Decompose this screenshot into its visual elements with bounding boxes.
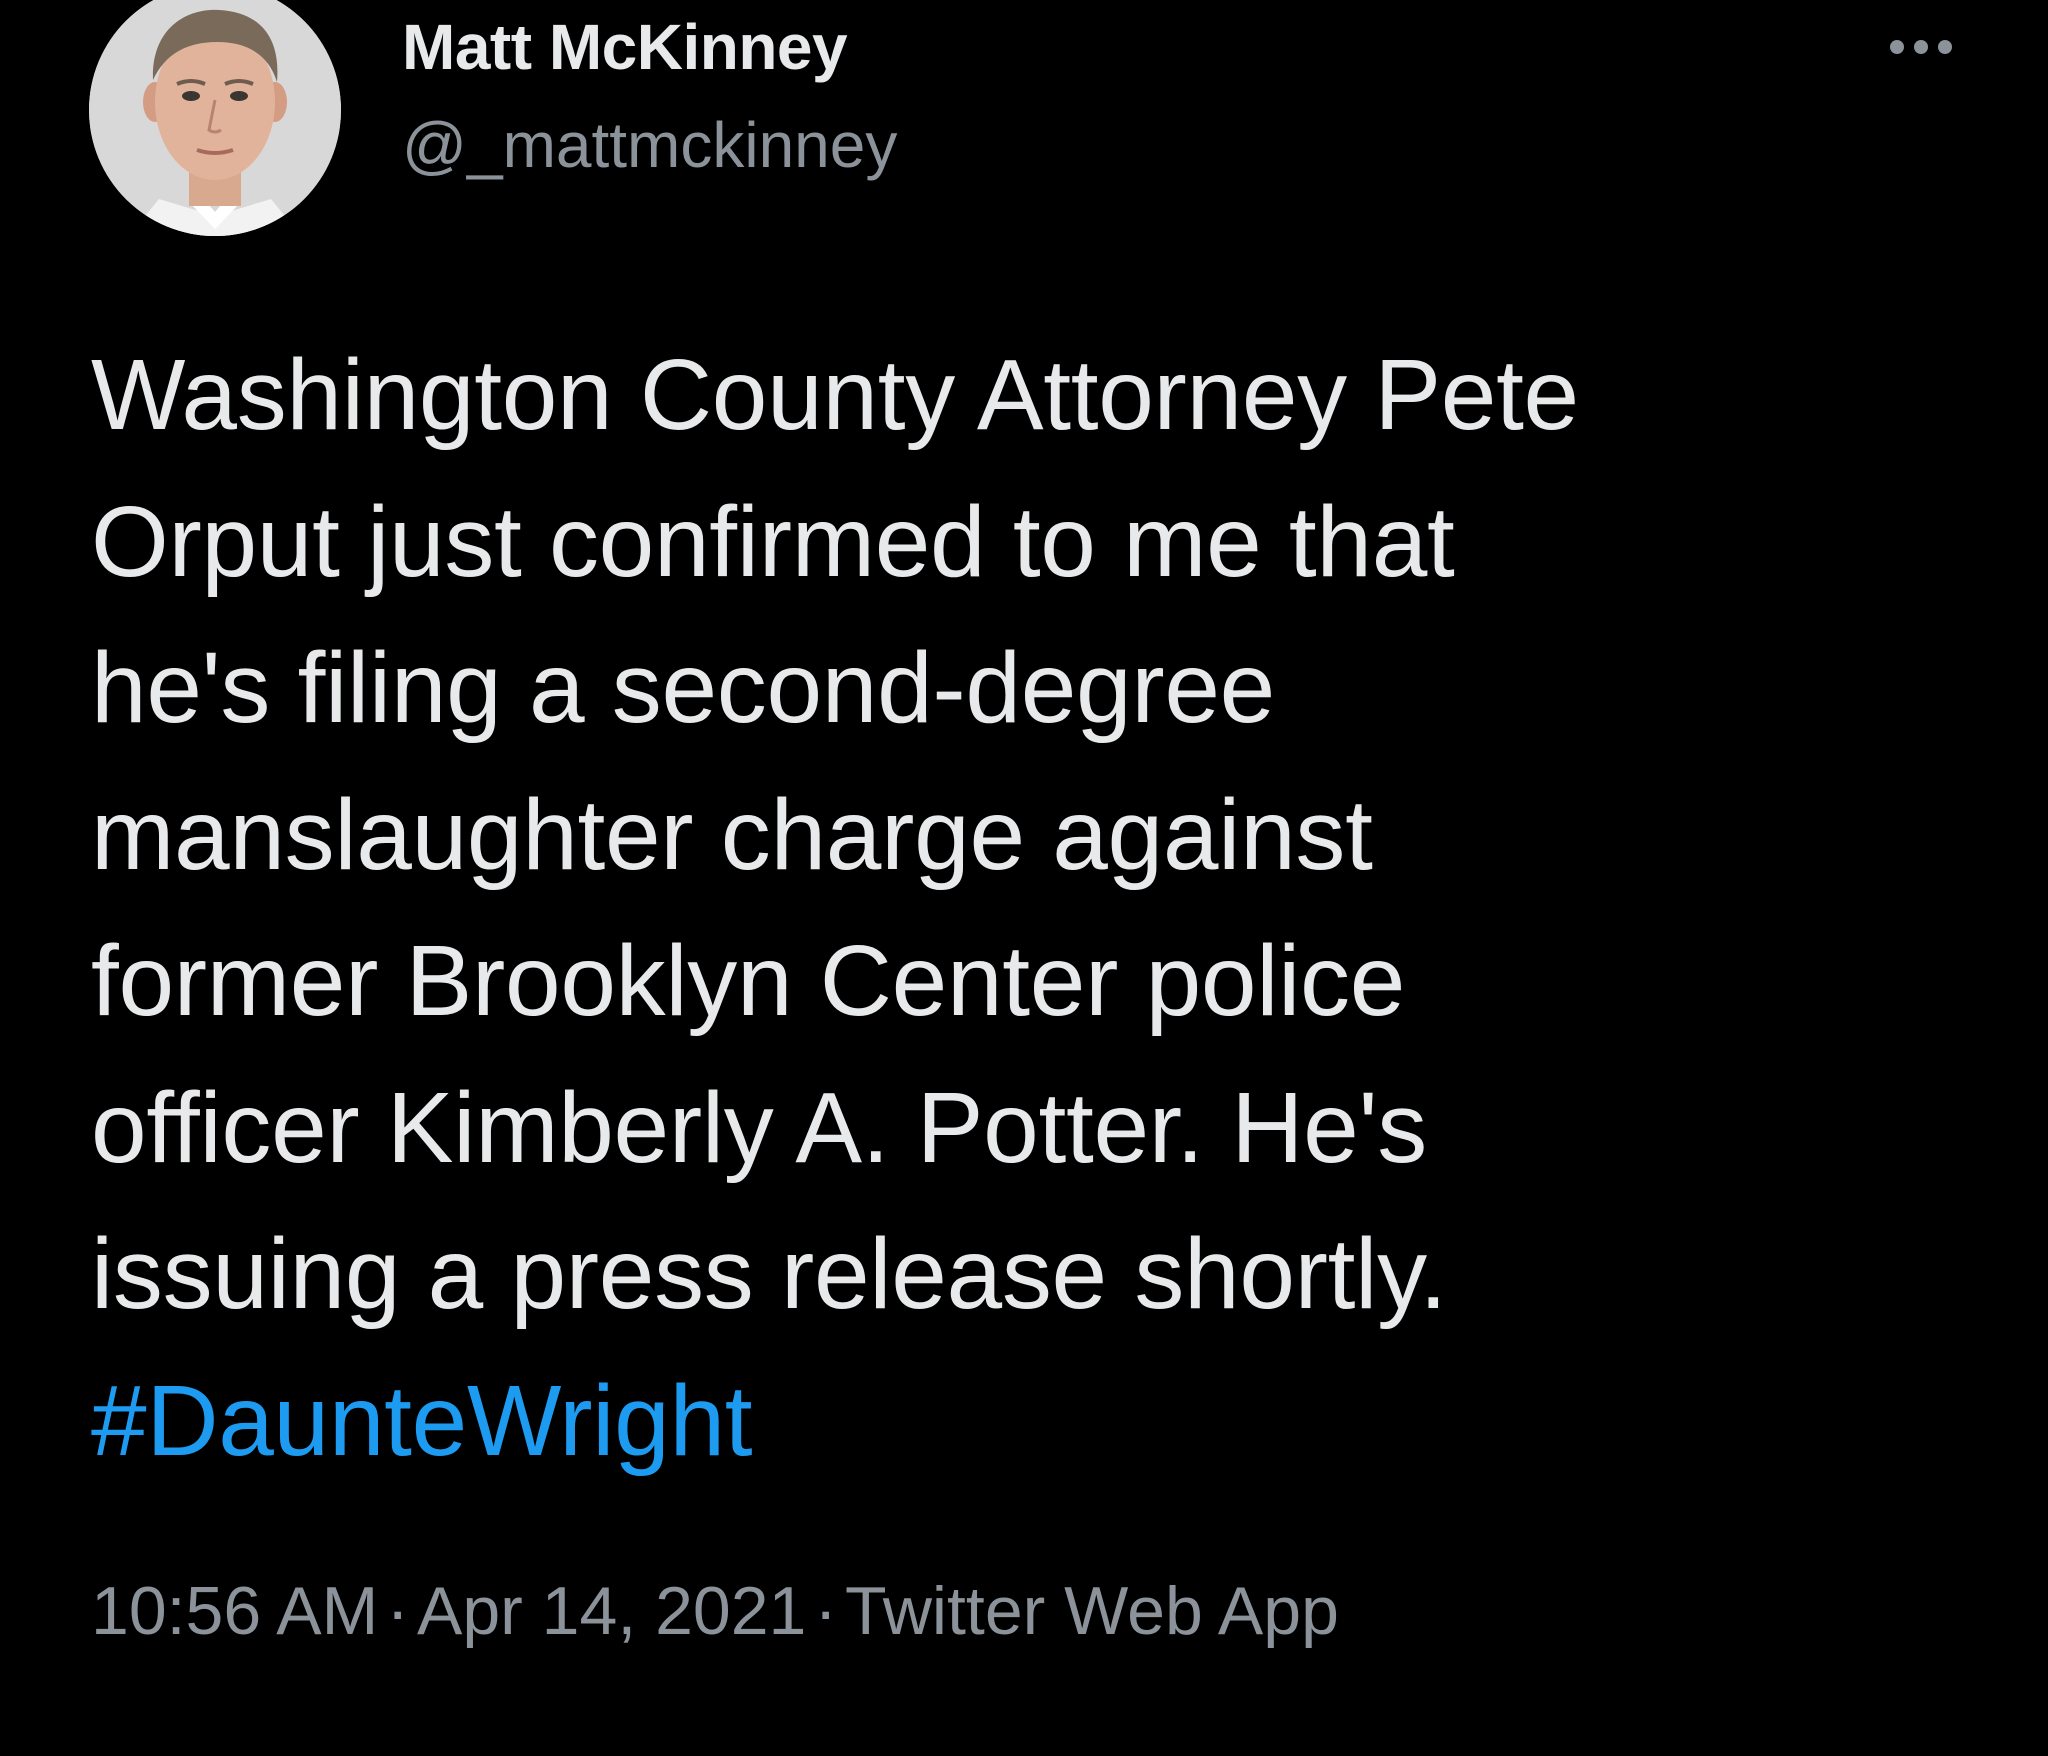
more-options-button[interactable] bbox=[1866, 24, 1976, 70]
tweet-text-line: he's filing a second-degree bbox=[91, 632, 1275, 744]
meta-separator: · bbox=[386, 1573, 409, 1649]
tweet-source[interactable]: Twitter Web App bbox=[845, 1573, 1339, 1649]
meta-separator: · bbox=[814, 1573, 838, 1649]
tweet-text-line: officer Kimberly A. Potter. He's bbox=[91, 1071, 1427, 1184]
tweet-metadata: 10:56 AM · Apr 14, 2021 · Twitter Web App bbox=[91, 1572, 1339, 1650]
tweet-text-line: Washington County Attorney Pete bbox=[91, 339, 1579, 451]
tweet-text-line: issuing a press release shortly. bbox=[91, 1218, 1447, 1330]
tweet-text: Washington County Attorney Pete Orput ju… bbox=[91, 322, 1991, 1494]
author-display-name[interactable]: Matt McKinney bbox=[402, 10, 848, 84]
tweet-time[interactable]: 10:56 AM bbox=[91, 1573, 378, 1649]
tweet-text-line: Orput just confirmed to me that bbox=[91, 485, 1455, 598]
tweet-card: Matt McKinney @_mattmckinney Washington … bbox=[0, 0, 2048, 1756]
author-avatar[interactable] bbox=[89, 0, 341, 236]
more-horizontal-icon bbox=[1890, 40, 1904, 54]
tweet-text-line: manslaughter charge against bbox=[91, 778, 1373, 891]
more-horizontal-icon-dot bbox=[1914, 40, 1928, 54]
more-horizontal-icon-dot bbox=[1938, 40, 1952, 54]
tweet-text-line: former Brooklyn Center police bbox=[91, 925, 1406, 1037]
hashtag-link[interactable]: #DaunteWright bbox=[91, 1348, 1991, 1495]
author-handle[interactable]: @_mattmckinney bbox=[402, 108, 897, 182]
tweet-date[interactable]: Apr 14, 2021 bbox=[417, 1573, 806, 1649]
profile-photo-icon bbox=[89, 0, 341, 236]
